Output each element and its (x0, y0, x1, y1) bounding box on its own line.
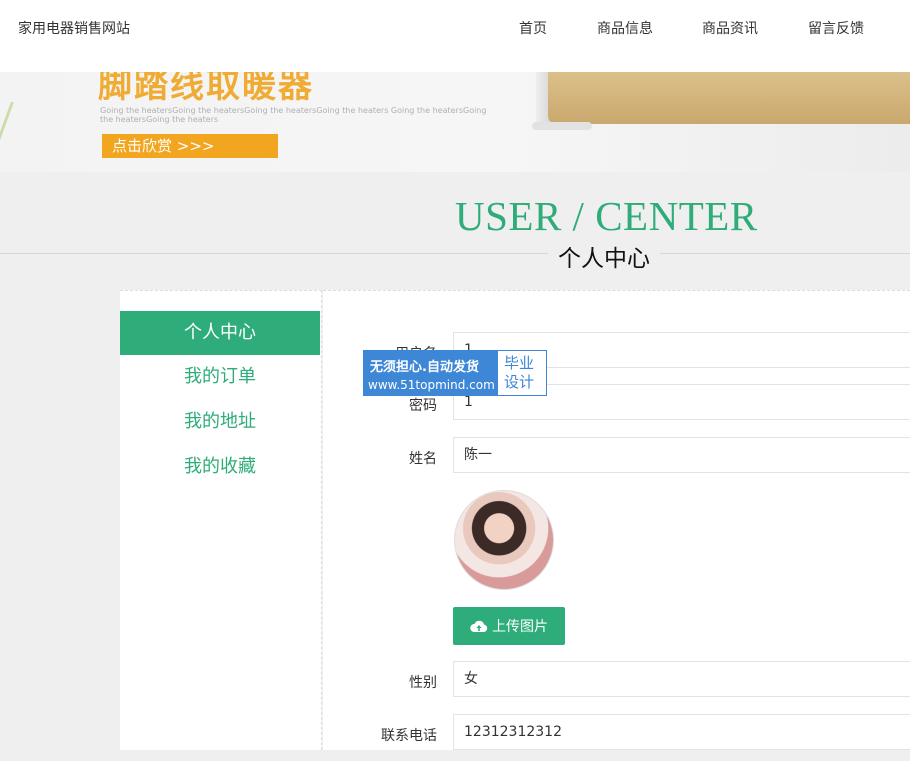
heater-foot (532, 122, 592, 130)
name-input[interactable]: 陈一 (453, 437, 910, 473)
password-row: 密码 (323, 393, 437, 431)
upload-button-label: 上传图片 (492, 619, 548, 635)
gender-label: 性别 (409, 675, 437, 691)
section-divider (0, 253, 910, 254)
nav-home[interactable]: 首页 (519, 18, 547, 38)
sidebar-item-favorites[interactable]: 我的收藏 (120, 445, 320, 489)
watermark-line2: www.51topmind.com (368, 378, 495, 392)
nav-products[interactable]: 商品信息 (597, 18, 653, 38)
sidebar-item-profile[interactable]: 个人中心 (120, 311, 320, 355)
watermark-left: 无须担心.自动发货 www.51topmind.com (364, 351, 498, 395)
watermark-line1: 无须担心.自动发货 (370, 360, 479, 375)
cloud-upload-icon (470, 620, 488, 632)
name-label: 姓名 (409, 451, 437, 467)
top-nav: 家用电器销售网站 首页 商品信息 商品资讯 留言反馈 (0, 0, 910, 72)
section-title-en: USER / CENTER (455, 193, 758, 239)
phone-input[interactable]: 12312312312 (453, 714, 910, 750)
sidebar-item-orders[interactable]: 我的订单 (120, 355, 320, 399)
phone-label: 联系电话 (381, 728, 437, 744)
user-sidebar: 个人中心 我的订单 我的地址 我的收藏 (120, 290, 322, 750)
banner-leaf-decoration (0, 102, 44, 162)
nav-news[interactable]: 商品资讯 (702, 18, 758, 38)
banner-heading: 脚踏线取暖器 (98, 72, 314, 106)
watermark-side-text: 毕业设计 (504, 354, 535, 391)
banner-view-button[interactable]: 点击欣赏 >>> (102, 134, 278, 158)
banner[interactable]: 脚踏线取暖器 Going the heatersGoing the heater… (0, 72, 910, 172)
watermark-badge: 无须担心.自动发货 www.51topmind.com 毕业设计 (363, 350, 547, 396)
phone-row: 联系电话 (323, 723, 437, 761)
avatar (454, 490, 554, 590)
password-label: 密码 (409, 398, 437, 414)
banner-subtext: Going the heatersGoing the heatersGoing … (100, 106, 487, 124)
heater-image (548, 72, 910, 124)
sidebar-item-address[interactable]: 我的地址 (120, 400, 320, 444)
upload-image-button[interactable]: 上传图片 (453, 607, 565, 645)
name-row: 姓名 (323, 446, 437, 484)
gender-row: 性别 (323, 670, 437, 708)
section-title-cn: 个人中心 (548, 239, 660, 273)
nav-feedback[interactable]: 留言反馈 (808, 18, 864, 38)
gender-input[interactable]: 女 (453, 661, 910, 697)
site-title[interactable]: 家用电器销售网站 (18, 18, 130, 38)
